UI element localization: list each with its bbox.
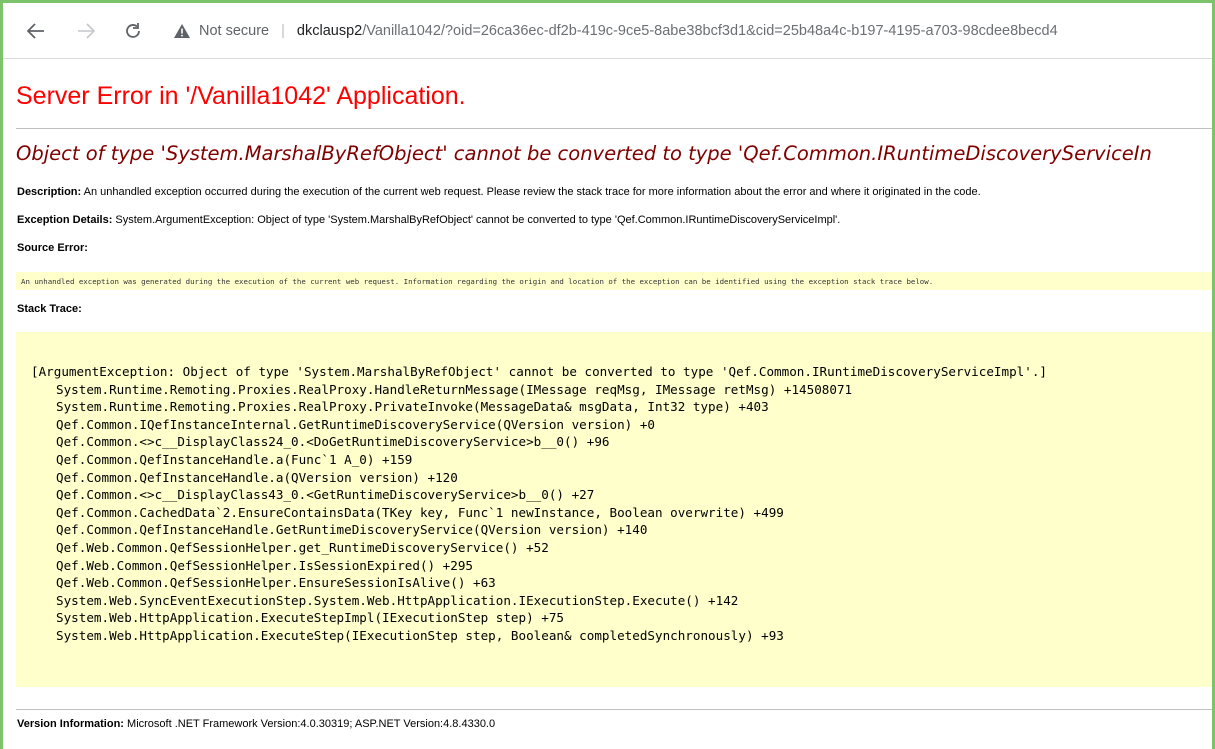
security-label[interactable]: Not secure xyxy=(199,23,269,39)
source-error-label: Source Error: xyxy=(17,242,88,254)
version-label: Version Information: xyxy=(17,718,124,730)
browser-window: Not secure | dkclausp2/Vanilla1042/?oid=… xyxy=(0,0,1215,749)
stack-trace-line: Qef.Common.QefInstanceHandle.a(Func`1 A_… xyxy=(56,451,413,467)
reload-icon[interactable] xyxy=(120,18,146,44)
warning-icon[interactable] xyxy=(173,23,191,39)
stack-trace-line: Qef.Common.IQefInstanceInternal.GetRunti… xyxy=(56,416,655,432)
description-label: Description: xyxy=(17,186,82,198)
version-text: Microsoft .NET Framework Version:4.0.303… xyxy=(123,718,496,730)
description-text: An unhandled exception occurred during t… xyxy=(81,186,981,198)
stack-trace-line: Qef.Common.CachedData`2.EnsureContainsDa… xyxy=(56,504,784,520)
exception-message: Object of type 'System.MarshalByRefObjec… xyxy=(16,142,1152,165)
page-title: Server Error in '/Vanilla1042' Applicati… xyxy=(16,82,466,110)
stack-trace-line: Qef.Web.Common.QefSessionHelper.IsSessio… xyxy=(56,557,474,573)
stack-trace-line: Qef.Common.<>c__DisplayClass24_0.<DoGetR… xyxy=(56,434,610,450)
source-error-box: An unhandled exception was generated dur… xyxy=(16,272,1212,290)
stack-trace-line: Qef.Web.Common.QefSessionHelper.get_Runt… xyxy=(56,539,549,555)
stack-trace-header: [ArgumentException: Object of type 'Syst… xyxy=(31,364,1047,379)
stack-trace-line: System.Runtime.Remoting.Proxies.RealProx… xyxy=(56,399,769,415)
exception-details-label: Exception Details: xyxy=(17,214,113,226)
stack-trace-line: System.Web.HttpApplication.ExecuteStep(I… xyxy=(56,627,784,643)
exception-details: Exception Details: System.ArgumentExcept… xyxy=(17,214,840,226)
exception-details-text: System.ArgumentException: Object of type… xyxy=(112,214,841,226)
address-bar[interactable]: Not secure | dkclausp2/Vanilla1042/?oid=… xyxy=(173,19,1212,43)
stack-trace-box: [ArgumentException: Object of type 'Syst… xyxy=(16,332,1212,687)
error-page: Server Error in '/Vanilla1042' Applicati… xyxy=(3,60,1212,749)
stack-trace-line: Qef.Common.QefInstanceHandle.GetRuntimeD… xyxy=(56,522,648,538)
divider xyxy=(16,128,1212,129)
version-information: Version Information: Microsoft .NET Fram… xyxy=(17,718,495,730)
stack-trace-line: Qef.Web.Common.QefSessionHelper.EnsureSe… xyxy=(56,575,496,591)
stack-trace-line: Qef.Common.<>c__DisplayClass43_0.<GetRun… xyxy=(56,487,595,503)
forward-arrow-icon[interactable] xyxy=(73,18,99,44)
divider xyxy=(16,709,1212,710)
stack-trace-line: Qef.Common.QefInstanceHandle.a(QVersion … xyxy=(56,469,458,485)
stack-trace-line: System.Runtime.Remoting.Proxies.RealProx… xyxy=(56,381,853,397)
address-separator: | xyxy=(281,23,285,39)
back-arrow-icon[interactable] xyxy=(23,18,49,44)
browser-toolbar: Not secure | dkclausp2/Vanilla1042/?oid=… xyxy=(3,3,1212,59)
stack-trace-line: System.Web.HttpApplication.ExecuteStepIm… xyxy=(56,610,564,626)
url-path[interactable]: /Vanilla1042/?oid=26ca36ec-df2b-419c-9ce… xyxy=(362,23,1057,39)
stack-trace-line: System.Web.SyncEventExecutionStep.System… xyxy=(56,592,739,608)
stack-trace-label: Stack Trace: xyxy=(17,303,82,315)
url-host[interactable]: dkclausp2 xyxy=(297,23,362,39)
description: Description: An unhandled exception occu… xyxy=(17,186,981,198)
